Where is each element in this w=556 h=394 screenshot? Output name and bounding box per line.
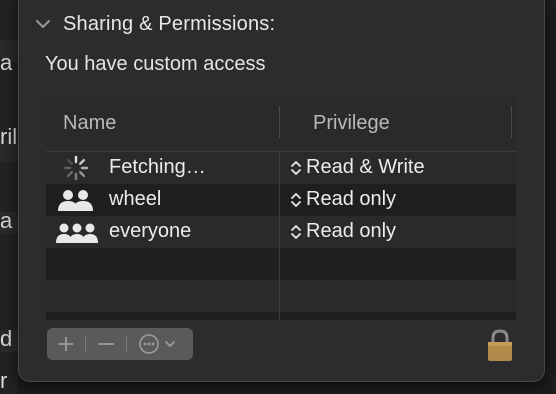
- row-name: wheel: [109, 188, 162, 210]
- minus-icon: [98, 343, 114, 345]
- ellipsis-circle-icon: [139, 334, 159, 354]
- privilege-value: Read only: [306, 188, 397, 210]
- column-header-privilege[interactable]: Privilege: [313, 112, 390, 135]
- section-header[interactable]: Sharing & Permissions:: [33, 9, 275, 39]
- background-text: r: [0, 368, 8, 393]
- remove-button[interactable]: [86, 328, 126, 360]
- privilege-value: Read only: [306, 220, 397, 242]
- background-text: d: [0, 326, 13, 351]
- empty-row: [46, 280, 516, 312]
- access-status-text: You have custom access: [45, 53, 266, 75]
- sharing-permissions-panel: Sharing & Permissions: You have custom a…: [18, 0, 545, 382]
- up-down-chevron-icon: [291, 192, 301, 207]
- table-header: Name Privilege: [46, 96, 516, 152]
- privilege-value: Read & Write: [306, 156, 425, 178]
- privilege-popup[interactable]: Read & Write: [290, 156, 425, 179]
- up-down-chevron-icon: [291, 160, 301, 175]
- everyone-icon: [56, 223, 98, 243]
- column-divider[interactable]: [279, 106, 280, 138]
- action-menu-button[interactable]: [127, 328, 187, 360]
- section-title: Sharing & Permissions:: [63, 12, 276, 35]
- background-text: a: [0, 208, 13, 233]
- chevron-down-icon[interactable]: [33, 14, 53, 34]
- background-text: ril: [0, 124, 18, 149]
- column-header-name[interactable]: Name: [63, 112, 116, 135]
- permissions-control-bar: [47, 328, 193, 360]
- row-name: Fetching…: [109, 156, 206, 178]
- empty-row: [46, 248, 516, 280]
- up-down-chevron-icon: [291, 224, 301, 239]
- row-name: everyone: [109, 220, 192, 242]
- lock-icon[interactable]: [486, 328, 514, 362]
- plus-icon: [59, 337, 73, 351]
- column-divider: [279, 152, 280, 320]
- background-text: a: [0, 50, 13, 75]
- chevron-down-icon: [165, 341, 175, 347]
- table-row[interactable]: everyone Read only: [46, 216, 516, 248]
- empty-row: [46, 312, 516, 320]
- loading-spinner-icon: [63, 155, 89, 181]
- column-divider[interactable]: [511, 106, 512, 138]
- privilege-popup[interactable]: Read only: [290, 220, 396, 243]
- group-icon: [58, 190, 93, 211]
- privilege-popup[interactable]: Read only: [290, 188, 396, 211]
- permissions-table: Name Privilege Fetching… Read & Write wh…: [46, 96, 516, 320]
- add-button[interactable]: [47, 328, 85, 360]
- table-row[interactable]: wheel Read only: [46, 184, 516, 216]
- table-row[interactable]: Fetching… Read & Write: [46, 152, 516, 184]
